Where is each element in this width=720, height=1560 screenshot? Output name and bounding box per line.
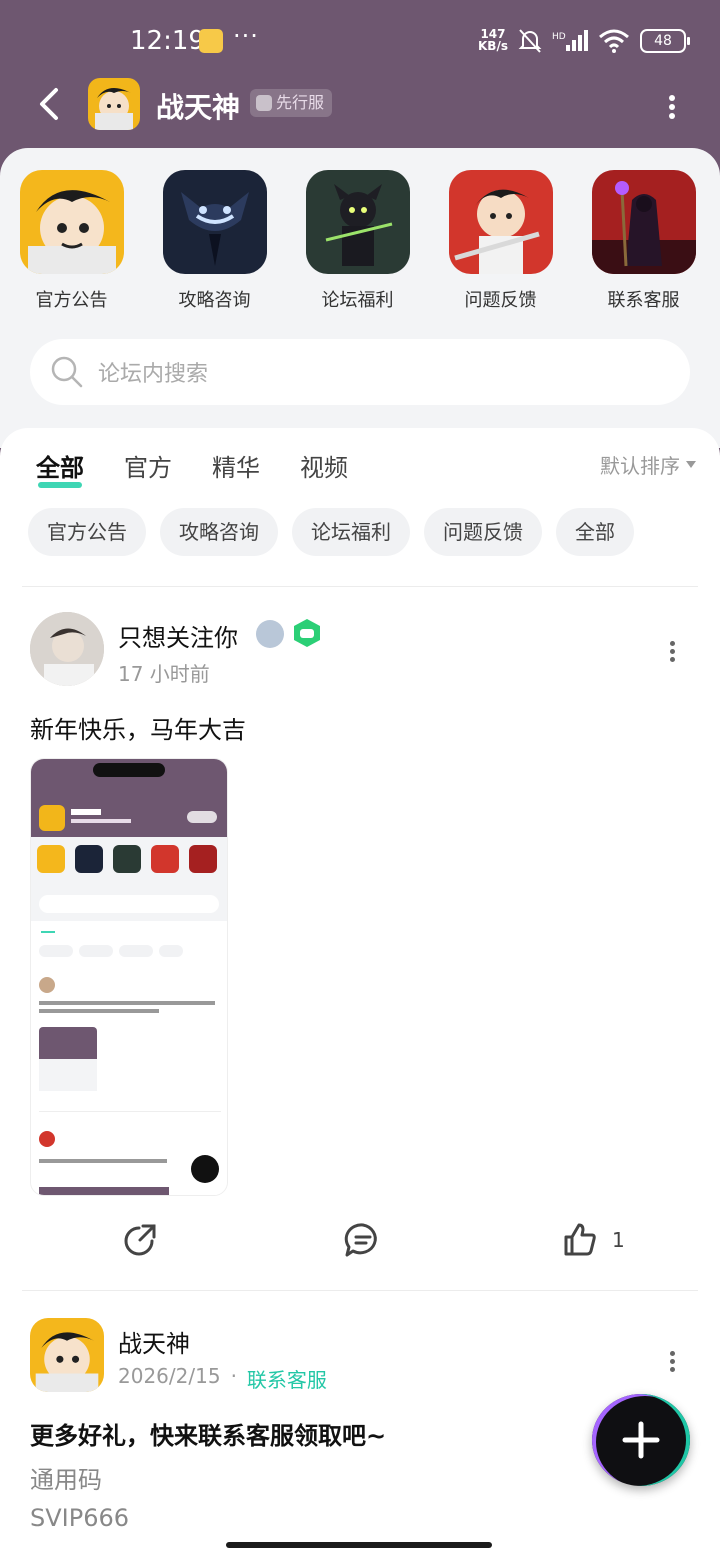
chip-feedback[interactable]: 问题反馈 xyxy=(424,508,542,556)
quick-link-support[interactable]: 联系客服 xyxy=(572,170,715,312)
quick-link-welfare[interactable]: 论坛福利 xyxy=(286,170,429,312)
quick-link-announcement[interactable]: 官方公告 xyxy=(0,170,143,312)
post-meta: 2026/2/15 · 联系客服 xyxy=(118,1364,327,1393)
chevron-down-icon xyxy=(686,461,696,468)
comment-button[interactable] xyxy=(344,1222,382,1258)
quick-link-label: 论坛福利 xyxy=(321,290,394,311)
post-author[interactable]: 只想关注你 xyxy=(118,618,238,653)
forum-search-bar[interactable]: 论坛内搜索 xyxy=(30,339,690,405)
swordsman-icon xyxy=(448,170,553,274)
meta-separator: · xyxy=(230,1364,237,1388)
gamepad-badge-icon xyxy=(294,619,320,647)
app-icon[interactable] xyxy=(88,78,140,130)
level-badge-icon xyxy=(256,620,284,648)
sort-label: 默认排序 xyxy=(600,454,680,478)
mage-icon xyxy=(591,170,696,274)
create-post-button[interactable] xyxy=(592,1394,690,1486)
back-icon[interactable] xyxy=(34,84,64,124)
wifi-icon xyxy=(599,29,629,53)
thumbs-up-icon xyxy=(564,1223,596,1256)
divider xyxy=(22,1290,698,1291)
share-icon xyxy=(124,1224,156,1256)
post-image[interactable] xyxy=(30,758,228,1196)
category-chips: 官方公告 攻略咨询 论坛福利 问题反馈 全部 xyxy=(28,508,634,556)
divider xyxy=(22,586,698,587)
signal-icon: HD xyxy=(552,30,588,51)
comment-icon xyxy=(344,1223,377,1257)
quick-link-guides[interactable]: 攻略咨询 xyxy=(143,170,286,312)
svg-text:HD: HD xyxy=(552,32,566,42)
beta-server-badge: 先行服 xyxy=(250,89,333,117)
forum-header: 战天神 先行服 xyxy=(0,70,720,140)
plus-icon xyxy=(622,1421,660,1459)
post-time: 17 小时前 xyxy=(118,662,210,686)
search-placeholder: 论坛内搜索 xyxy=(98,362,209,387)
quick-link-label: 官方公告 xyxy=(35,290,108,311)
post-more-icon[interactable] xyxy=(668,1348,676,1375)
shadow-demon-icon xyxy=(162,170,267,274)
ninja-icon xyxy=(305,170,410,274)
quick-link-feedback[interactable]: 问题反馈 xyxy=(429,170,572,312)
hero-portrait-icon xyxy=(19,170,124,274)
network-speed: 147 KB/s xyxy=(478,28,508,52)
chip-announcement[interactable]: 官方公告 xyxy=(28,508,146,556)
battery-indicator: 48 xyxy=(640,29,690,53)
post-date: 2026/2/15 xyxy=(118,1364,221,1388)
quick-link-label: 问题反馈 xyxy=(464,290,537,311)
quick-links: 官方公告 攻略咨询 论坛福利 问题反馈 联系客服 xyxy=(0,170,720,312)
share-button[interactable] xyxy=(122,1222,158,1258)
post-body-line: SVIP666 xyxy=(30,1504,130,1532)
post-category-link[interactable]: 联系客服 xyxy=(247,1364,327,1393)
avatar[interactable] xyxy=(30,612,104,686)
tab-official[interactable]: 官方 xyxy=(124,448,172,482)
chip-welfare[interactable]: 论坛福利 xyxy=(292,508,410,556)
status-icons: HD 48 xyxy=(518,28,690,54)
chip-all[interactable]: 全部 xyxy=(556,508,634,556)
status-bar: 12:19 ··· 147 KB/s HD 48 xyxy=(0,0,720,80)
notification-icon xyxy=(199,29,223,53)
search-icon xyxy=(51,356,83,388)
sort-dropdown[interactable]: 默认排序 xyxy=(600,450,696,479)
feed-tabs: 全部 官方 精华 视频 xyxy=(36,448,348,488)
speed-unit: KB/s xyxy=(478,39,508,53)
tab-featured[interactable]: 精华 xyxy=(212,448,260,482)
quick-link-label: 联系客服 xyxy=(607,290,680,311)
chip-guides[interactable]: 攻略咨询 xyxy=(160,508,278,556)
mute-icon xyxy=(518,29,542,53)
post-title: 更多好礼，快来联系客服领取吧~ xyxy=(30,1422,387,1450)
code-icon xyxy=(256,95,272,111)
beta-label: 先行服 xyxy=(276,93,325,112)
like-button[interactable]: 1 xyxy=(562,1222,625,1258)
quick-link-label: 攻略咨询 xyxy=(178,290,251,311)
tab-video[interactable]: 视频 xyxy=(300,448,348,482)
forum-top-card: 官方公告 攻略咨询 论坛福利 问题反馈 联系客服 论坛内搜索 xyxy=(0,148,720,448)
like-count: 1 xyxy=(612,1228,625,1252)
post-more-icon[interactable] xyxy=(668,638,676,665)
status-time: 12:19 xyxy=(130,26,205,56)
post-body-line: 通用码 xyxy=(30,1466,102,1494)
post-author[interactable]: 战天神 xyxy=(118,1324,190,1359)
tab-all[interactable]: 全部 xyxy=(36,448,84,488)
page-title: 战天神 xyxy=(156,91,241,124)
home-indicator[interactable] xyxy=(226,1542,492,1548)
post-actions: 1 xyxy=(0,1222,720,1272)
more-icon[interactable] xyxy=(664,92,680,119)
feed-sheet: 全部 官方 精华 视频 默认排序 官方公告 攻略咨询 论坛福利 问题反馈 全部 … xyxy=(0,428,720,1560)
status-more: ··· xyxy=(233,22,259,50)
post-text: 新年快乐，马年大吉 xyxy=(30,716,246,744)
avatar[interactable] xyxy=(30,1318,104,1392)
